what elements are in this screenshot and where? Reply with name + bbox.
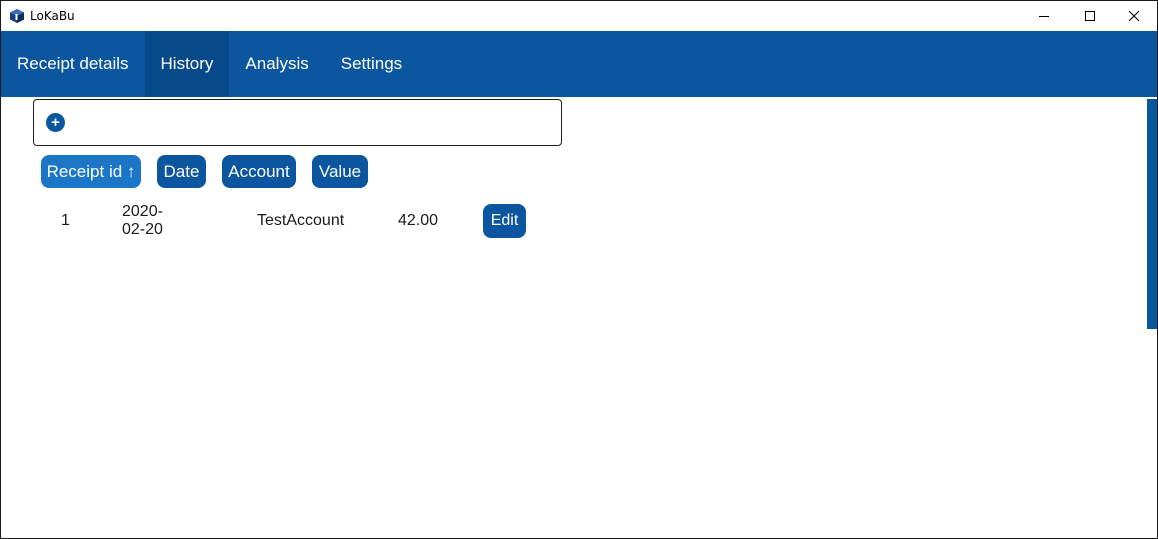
main-nav: Receipt details History Analysis Setting… [1, 31, 1157, 97]
sort-date-button[interactable]: Date [157, 155, 206, 188]
tab-history[interactable]: History [144, 31, 230, 97]
sort-value-button[interactable]: Value [312, 155, 368, 188]
tab-analysis[interactable]: Analysis [229, 31, 324, 97]
minimize-icon [1038, 10, 1050, 22]
tab-settings[interactable]: Settings [325, 31, 418, 97]
window-title: LoKaBu [30, 9, 75, 23]
app-cube-icon [9, 8, 25, 24]
minimize-button[interactable] [1021, 1, 1067, 31]
tab-receipt-details[interactable]: Receipt details [1, 31, 145, 97]
maximize-icon [1084, 10, 1096, 22]
cell-value: 42.00 [398, 212, 439, 229]
cell-account: TestAccount [257, 212, 345, 229]
title-bar: LoKaBu [1, 1, 1157, 31]
app-window: LoKaBu Receipt details History Analysis … [0, 0, 1158, 539]
close-button[interactable] [1111, 1, 1157, 31]
edit-button[interactable]: Edit [483, 204, 526, 238]
cell-date: 2020-02-20 [122, 203, 163, 238]
close-icon [1128, 10, 1140, 22]
filter-input[interactable] [74, 108, 548, 140]
scrollbar-thumb[interactable] [1147, 99, 1157, 329]
filter-box: + [33, 99, 562, 146]
maximize-button[interactable] [1067, 1, 1113, 31]
cell-receipt-id: 1 [61, 212, 70, 229]
add-filter-icon[interactable]: + [46, 113, 65, 132]
sort-account-button[interactable]: Account [222, 155, 296, 188]
sort-receipt-id-button[interactable]: Receipt id ↑ [41, 155, 141, 188]
